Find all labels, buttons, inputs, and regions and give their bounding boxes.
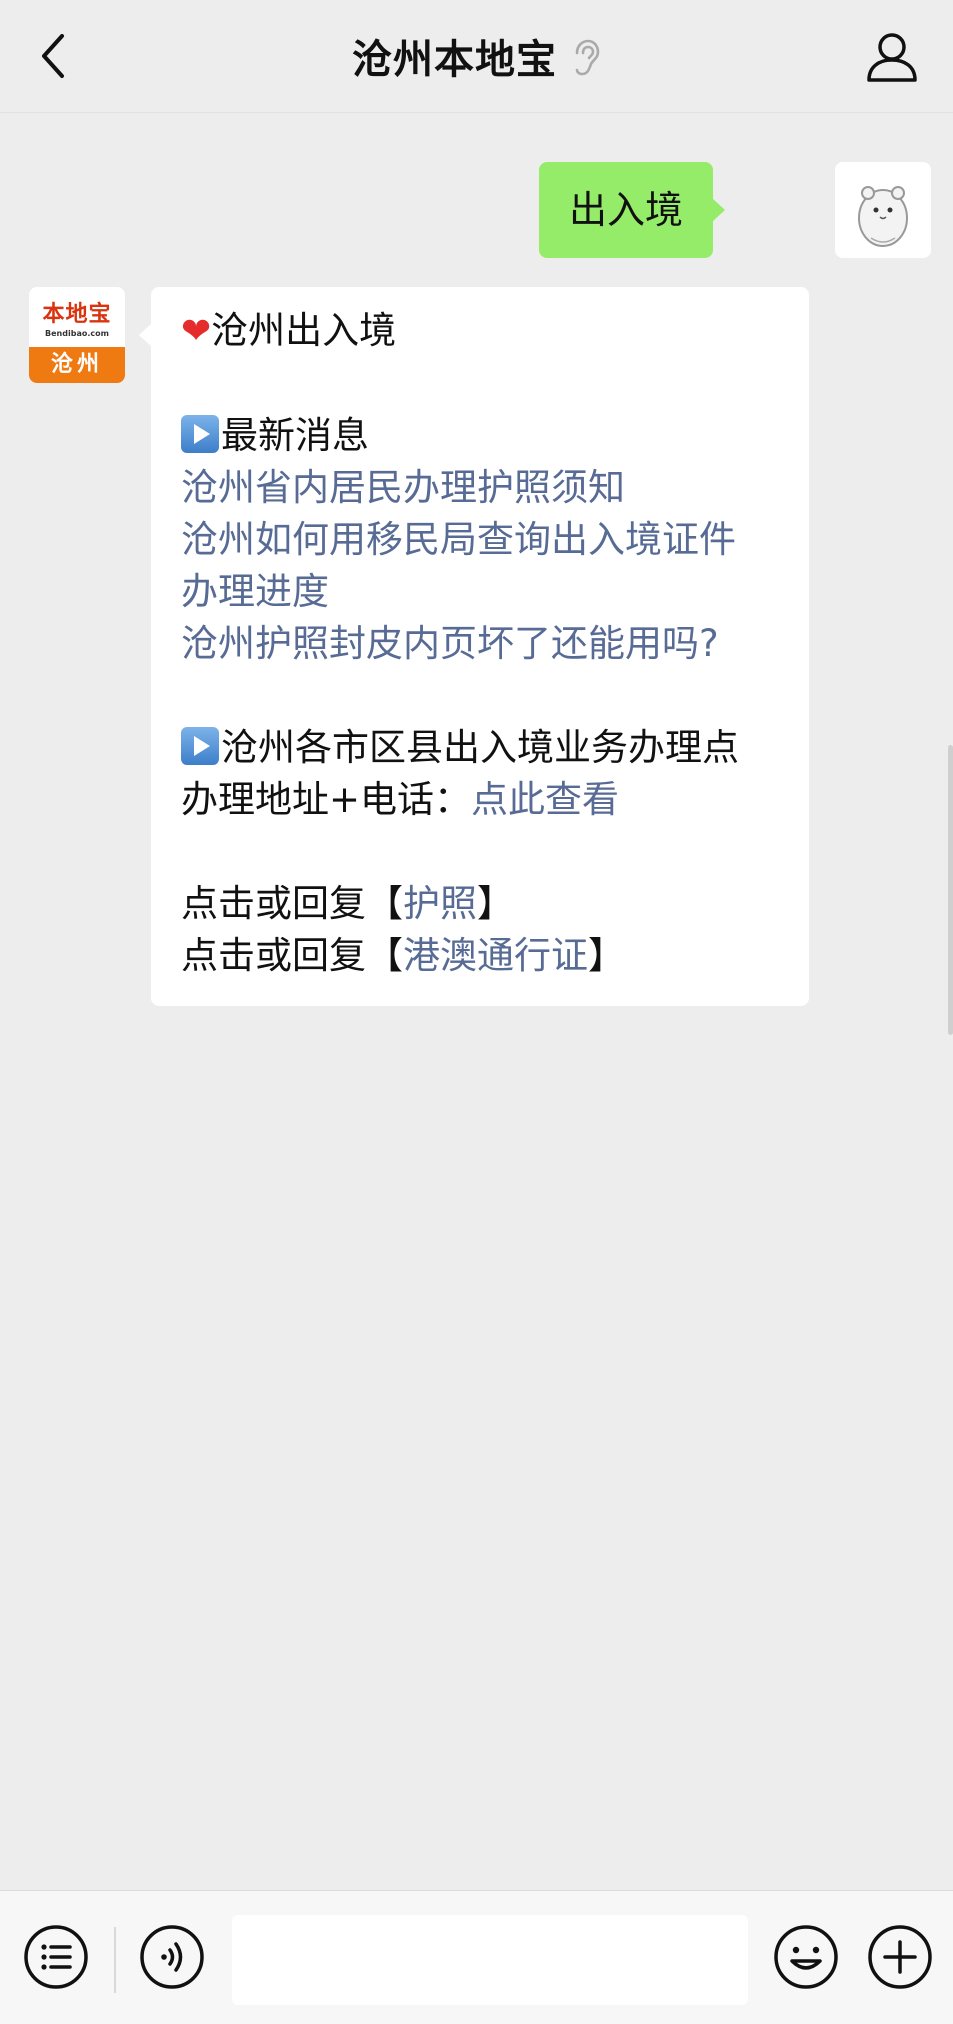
link-text-line: 办理进度 [181,570,329,613]
input-toolbar [0,1890,953,2024]
scrollbar-thumb[interactable] [948,745,953,1035]
news-link-passport-notice[interactable]: 沧州省内居民办理护照须知 [181,462,781,514]
play-button-icon [181,415,219,453]
reply-heading-line: ❤沧州出入境 [181,305,781,358]
view-address-link[interactable]: 点此查看 [471,778,619,821]
title-group: 沧州本地宝 [0,0,953,112]
play-button-icon [181,727,219,765]
voice-icon[interactable] [138,1923,206,1991]
outgoing-message-text: 出入境 [568,188,683,232]
chat-title: 沧州本地宝 [352,37,557,83]
section-title: 最新消息 [221,414,369,457]
emoji-icon[interactable] [772,1923,840,1991]
incoming-message-bubble: ❤沧州出入境 最新消息 沧州省内居民办理护照须知 沧州如何用移民局查询出入境证件… [139,287,809,1006]
reply-suffix: 】 [477,882,514,925]
address-line: 办理地址+电话：点此查看 [181,774,781,826]
my-avatar[interactable] [835,162,931,258]
reply-suffix: 】 [588,934,625,977]
avatar-logo-area: 本地宝 Bendibao.com [29,287,125,347]
news-link-progress-query[interactable]: 沧州如何用移民局查询出入境证件 办理进度 [181,514,781,618]
heart-icon: ❤ [181,311,212,352]
reply-prefix: 点击或回复【 [181,934,403,977]
passport-link[interactable]: 护照 [403,882,477,925]
hamster-icon [835,162,931,258]
address-label: 办理地址+电话： [181,778,472,821]
section-title: 沧州各市区县出入境业务办理点 [221,726,739,769]
ear-icon [575,39,600,76]
hk-macau-permit-link[interactable]: 港澳通行证 [403,934,588,977]
reply-prefix: 点击或回复【 [181,882,403,925]
section-latest-news: 最新消息 [181,410,781,462]
toolbar-divider [114,1927,116,1993]
avatar-domain-text: Bendibao.com [45,329,109,338]
link-text-line: 沧州如何用移民局查询出入境证件 [181,518,736,561]
outgoing-message-bubble: 出入境 [538,162,726,258]
person-icon[interactable] [865,30,919,84]
news-link-damaged-passport[interactable]: 沧州护照封皮内页坏了还能用吗? [181,618,781,670]
message-input[interactable] [232,1915,748,2005]
reply-heading: 沧州出入境 [211,309,397,352]
section-service-points: 沧州各市区县出入境业务办理点 [181,722,781,774]
avatar-city-text: 沧州 [29,347,125,383]
reply-passport-line: 点击或回复【护照】 [181,878,781,930]
chat-header: 沧州本地宝 [0,0,953,113]
official-account-avatar[interactable]: 本地宝 Bendibao.com 沧州 [29,287,125,383]
list-icon[interactable] [22,1923,90,1991]
reply-hk-macau-line: 点击或回复【港澳通行证】 [181,930,781,982]
avatar-logo-text: 本地宝 [42,301,112,327]
plus-icon[interactable] [866,1923,934,1991]
